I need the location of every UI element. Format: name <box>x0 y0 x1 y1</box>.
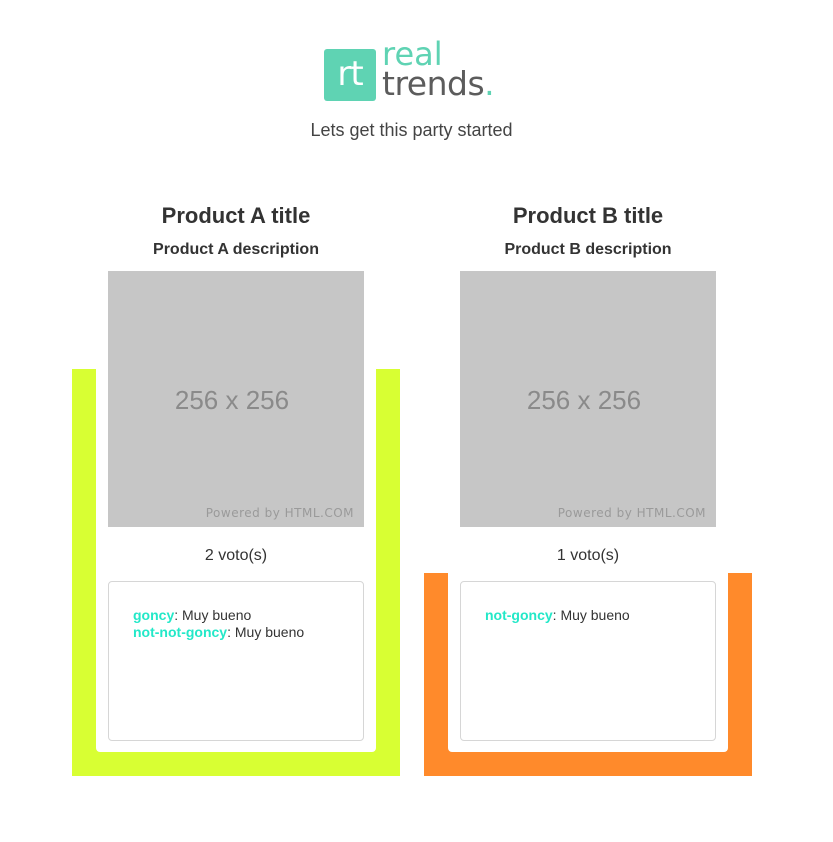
product-title: Product B title <box>512 203 664 228</box>
product-image-vote-target[interactable]: 256 x 256 Powered by HTML.COM <box>460 271 716 527</box>
vote-count: 2 voto(s) <box>204 547 268 564</box>
comments-box: goncy: Muy bueno not-not-goncy: Muy buen… <box>108 581 364 741</box>
vote-count: 1 voto(s) <box>556 547 620 564</box>
logo-badge: rt <box>324 49 376 101</box>
image-placeholder-size: 256 x 256 <box>526 385 642 415</box>
comment-item: not-not-goncy: Muy bueno <box>133 624 363 641</box>
product-description: Product B description <box>504 241 672 258</box>
product-image-vote-target[interactable]: 256 x 256 Powered by HTML.COM <box>108 271 364 527</box>
comment-separator: : <box>174 607 183 623</box>
comments-box: not-goncy: Muy bueno <box>460 581 716 741</box>
logo-dot: . <box>484 64 495 103</box>
logo-word-trends: trends. <box>382 67 495 100</box>
logo-word-trends-text: trends <box>382 64 485 103</box>
comment-text: Muy bueno <box>560 607 630 623</box>
comment-list: goncy: Muy bueno not-not-goncy: Muy buen… <box>109 582 363 641</box>
comment-list: not-goncy: Muy bueno <box>461 582 715 624</box>
comment-user: not-goncy <box>485 607 553 623</box>
comment-text: Muy bueno <box>234 624 305 640</box>
comment-item: not-goncy: Muy bueno <box>485 607 715 624</box>
product-title: Product A title <box>161 203 311 228</box>
comment-user: not-not-goncy <box>133 624 228 640</box>
comment-separator: : <box>227 624 235 640</box>
product-description: Product A description <box>153 241 319 258</box>
product-card-b: Product B title Product B description 25… <box>460 200 716 741</box>
image-placeholder-credit: Powered by HTML.COM <box>557 506 706 520</box>
image-placeholder-credit: Powered by HTML.COM <box>205 506 354 520</box>
comment-user: goncy <box>133 607 175 623</box>
comment-item: goncy: Muy bueno <box>133 607 363 624</box>
logo-wordmark: real trends. <box>382 38 495 100</box>
realtrends-logo: rt real trends. <box>324 38 495 102</box>
comment-text: Muy bueno <box>182 607 252 623</box>
image-placeholder-size: 256 x 256 <box>174 385 290 415</box>
product-card-a: Product A title Product A description 25… <box>108 200 364 741</box>
page-tagline: Lets get this party started <box>310 120 513 140</box>
